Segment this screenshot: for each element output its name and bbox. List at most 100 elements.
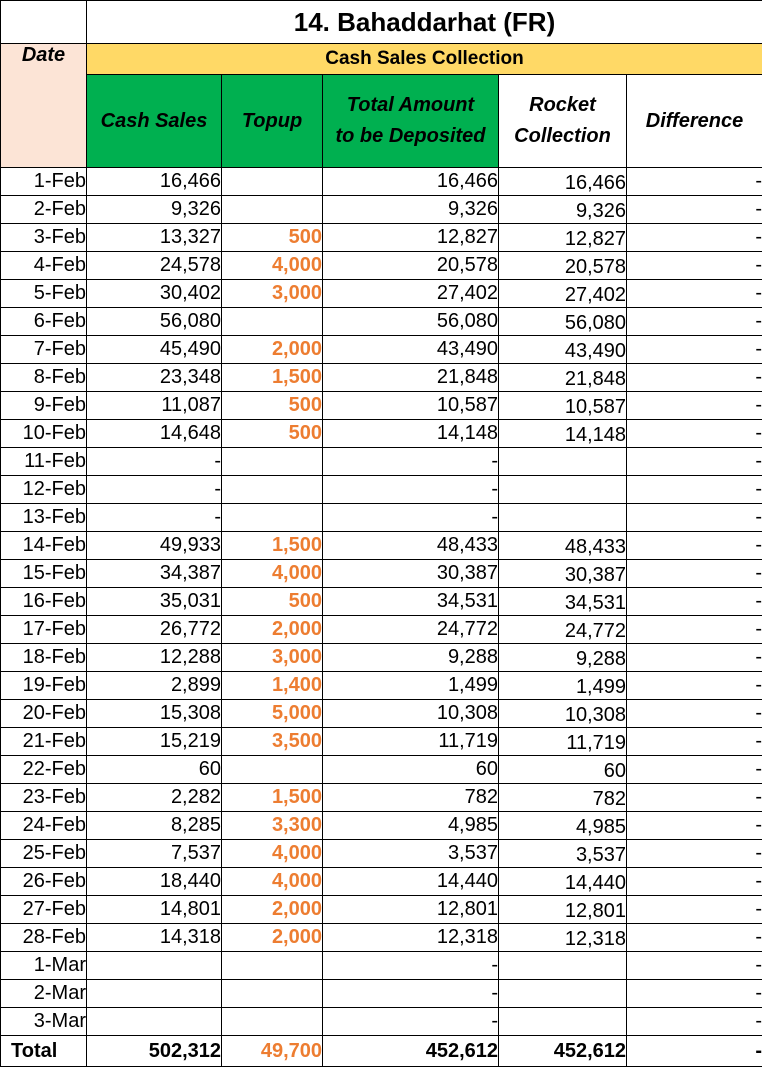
rocket-collection-cell[interactable] xyxy=(498,475,627,504)
rocket-collection-cell[interactable]: 10,587 xyxy=(498,391,627,420)
difference-cell[interactable]: - xyxy=(626,391,762,420)
cash-sales-cell[interactable]: 16,466 xyxy=(86,167,222,196)
total-difference-cell[interactable]: - xyxy=(626,1035,762,1067)
difference-cell[interactable]: - xyxy=(626,1007,762,1036)
date-cell[interactable]: 3-Mar xyxy=(0,1007,87,1036)
difference-cell[interactable]: - xyxy=(626,951,762,980)
cash-sales-cell[interactable]: 14,318 xyxy=(86,923,222,952)
cash-sales-cell[interactable]: 14,648 xyxy=(86,419,222,448)
difference-cell[interactable]: - xyxy=(626,811,762,840)
date-cell[interactable]: 14-Feb xyxy=(0,531,87,560)
cash-sales-cell[interactable]: 18,440 xyxy=(86,867,222,896)
difference-cell[interactable]: - xyxy=(626,979,762,1008)
topup-cell[interactable]: 4,000 xyxy=(221,251,323,280)
cash-sales-header[interactable]: Cash Sales xyxy=(86,74,222,168)
topup-cell[interactable]: 2,000 xyxy=(221,923,323,952)
date-cell[interactable]: 4-Feb xyxy=(0,251,87,280)
total-amount-cell[interactable]: 30,387 xyxy=(322,559,499,588)
cash-sales-cell[interactable]: 7,537 xyxy=(86,839,222,868)
difference-cell[interactable]: - xyxy=(626,615,762,644)
topup-cell[interactable] xyxy=(221,167,323,196)
total-amount-cell[interactable]: 34,531 xyxy=(322,587,499,616)
date-cell[interactable]: 25-Feb xyxy=(0,839,87,868)
total-amount-cell[interactable]: 43,490 xyxy=(322,335,499,364)
total-amount-cell[interactable]: - xyxy=(322,447,499,476)
total-amount-cell[interactable]: 14,440 xyxy=(322,867,499,896)
difference-cell[interactable]: - xyxy=(626,587,762,616)
date-cell[interactable]: 13-Feb xyxy=(0,503,87,532)
rocket-collection-cell[interactable]: 16,466 xyxy=(498,167,627,196)
total-amount-cell[interactable]: 48,433 xyxy=(322,531,499,560)
rocket-collection-cell[interactable]: 9,288 xyxy=(498,643,627,672)
topup-cell[interactable] xyxy=(221,447,323,476)
date-cell[interactable]: 17-Feb xyxy=(0,615,87,644)
rocket-collection-cell[interactable]: 10,308 xyxy=(498,699,627,728)
cash-sales-cell[interactable]: 2,899 xyxy=(86,671,222,700)
topup-cell[interactable]: 5,000 xyxy=(221,699,323,728)
cash-sales-cell[interactable]: - xyxy=(86,503,222,532)
cash-sales-cell[interactable]: 11,087 xyxy=(86,391,222,420)
topup-cell[interactable]: 500 xyxy=(221,391,323,420)
total-label-cell[interactable]: Total xyxy=(0,1035,87,1067)
total-amount-cell[interactable]: 1,499 xyxy=(322,671,499,700)
date-cell[interactable]: 26-Feb xyxy=(0,867,87,896)
topup-cell[interactable] xyxy=(221,475,323,504)
cash-sales-cell[interactable]: 24,578 xyxy=(86,251,222,280)
difference-cell[interactable]: - xyxy=(626,727,762,756)
cash-sales-cell[interactable]: 12,288 xyxy=(86,643,222,672)
date-cell[interactable]: 5-Feb xyxy=(0,279,87,308)
date-cell[interactable]: 27-Feb xyxy=(0,895,87,924)
date-cell[interactable]: 19-Feb xyxy=(0,671,87,700)
topup-cell[interactable]: 3,000 xyxy=(221,643,323,672)
date-cell[interactable]: 9-Feb xyxy=(0,391,87,420)
total-amount-cell[interactable]: 12,827 xyxy=(322,223,499,252)
topup-cell[interactable] xyxy=(221,951,323,980)
date-cell[interactable]: 16-Feb xyxy=(0,587,87,616)
topup-cell[interactable]: 3,500 xyxy=(221,727,323,756)
topup-header[interactable]: Topup xyxy=(221,74,323,168)
rocket-collection-cell[interactable] xyxy=(498,951,627,980)
total-amount-cell[interactable]: 10,587 xyxy=(322,391,499,420)
total-amount-cell[interactable]: - xyxy=(322,475,499,504)
cash-sales-cell[interactable] xyxy=(86,1007,222,1036)
topup-cell[interactable]: 1,500 xyxy=(221,531,323,560)
rocket-collection-cell[interactable]: 4,985 xyxy=(498,811,627,840)
cash-sales-cell[interactable]: - xyxy=(86,475,222,504)
difference-cell[interactable]: - xyxy=(626,531,762,560)
difference-cell[interactable]: - xyxy=(626,223,762,252)
difference-cell[interactable]: - xyxy=(626,363,762,392)
total-amount-total-cell[interactable]: 452,612 xyxy=(322,1035,499,1067)
topup-cell[interactable]: 500 xyxy=(221,419,323,448)
rocket-collection-cell[interactable]: 782 xyxy=(498,783,627,812)
total-amount-cell[interactable]: 16,466 xyxy=(322,167,499,196)
difference-cell[interactable]: - xyxy=(626,167,762,196)
date-header[interactable]: Date xyxy=(0,43,87,168)
total-amount-cell[interactable]: 14,148 xyxy=(322,419,499,448)
date-cell[interactable]: 22-Feb xyxy=(0,755,87,784)
topup-cell[interactable]: 1,400 xyxy=(221,671,323,700)
date-cell[interactable]: 2-Mar xyxy=(0,979,87,1008)
cash-sales-cell[interactable]: 13,327 xyxy=(86,223,222,252)
rocket-collection-cell[interactable]: 43,490 xyxy=(498,335,627,364)
difference-cell[interactable]: - xyxy=(626,867,762,896)
rocket-collection-cell[interactable] xyxy=(498,447,627,476)
total-amount-cell[interactable]: - xyxy=(322,979,499,1008)
difference-cell[interactable]: - xyxy=(626,503,762,532)
rocket-collection-cell[interactable]: 14,148 xyxy=(498,419,627,448)
total-amount-cell[interactable]: 24,772 xyxy=(322,615,499,644)
date-cell[interactable]: 20-Feb xyxy=(0,699,87,728)
difference-cell[interactable]: - xyxy=(626,559,762,588)
difference-cell[interactable]: - xyxy=(626,839,762,868)
difference-cell[interactable]: - xyxy=(626,783,762,812)
topup-cell[interactable] xyxy=(221,755,323,784)
topup-cell[interactable]: 3,300 xyxy=(221,811,323,840)
total-amount-cell[interactable]: 782 xyxy=(322,783,499,812)
difference-cell[interactable]: - xyxy=(626,923,762,952)
rocket-collection-cell[interactable]: 48,433 xyxy=(498,531,627,560)
date-cell[interactable]: 24-Feb xyxy=(0,811,87,840)
topup-cell[interactable]: 500 xyxy=(221,587,323,616)
difference-cell[interactable]: - xyxy=(626,251,762,280)
rocket-collection-cell[interactable] xyxy=(498,503,627,532)
topup-cell[interactable] xyxy=(221,195,323,224)
total-amount-cell[interactable]: 4,985 xyxy=(322,811,499,840)
